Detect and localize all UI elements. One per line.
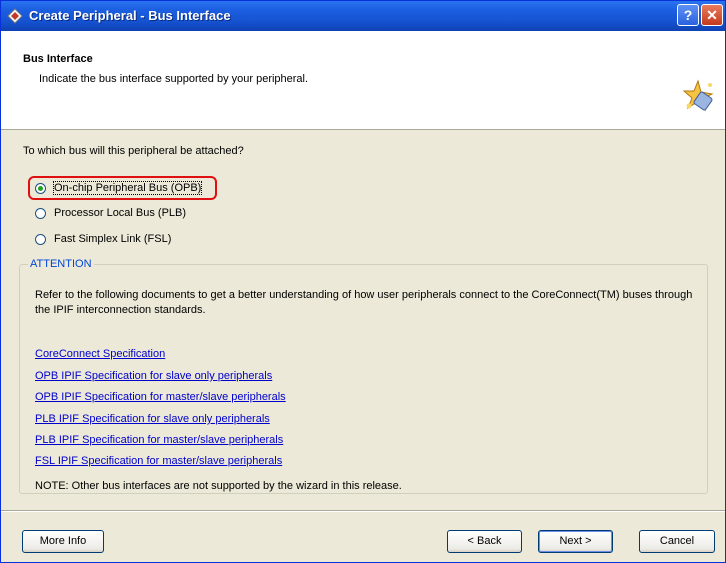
cancel-button[interactable]: Cancel [639, 530, 715, 553]
radio-button[interactable] [35, 207, 46, 219]
attention-text: Refer to the following documents to get … [35, 289, 693, 316]
next-button[interactable]: Next > [538, 530, 613, 553]
close-button[interactable]: ✕ [701, 4, 723, 26]
window-title: Create Peripheral - Bus Interface [29, 8, 231, 23]
page-title: Bus Interface [23, 53, 93, 65]
diamond-app-icon [7, 8, 23, 24]
radio-label-fsl[interactable]: Fast Simplex Link (FSL) [54, 233, 171, 245]
link-opb-ipif-master-slave[interactable]: OPB IPIF Specification for master/slave … [35, 391, 286, 403]
link-opb-ipif-slave[interactable]: OPB IPIF Specification for slave only pe… [35, 370, 272, 382]
link-coreconnect-spec[interactable]: CoreConnect Specification [35, 348, 165, 360]
title-bar[interactable]: Create Peripheral - Bus Interface ? ✕ [1, 1, 725, 31]
attention-legend: ATTENTION [30, 258, 92, 270]
radio-label-opb[interactable]: On-chip Peripheral Bus (OPB) [52, 181, 203, 195]
page-subtitle: Indicate the bus interface supported by … [39, 73, 309, 85]
help-button[interactable]: ? [677, 4, 699, 26]
radio-plb[interactable]: Processor Local Bus (PLB) [35, 204, 186, 222]
link-plb-ipif-slave[interactable]: PLB IPIF Specification for slave only pe… [35, 413, 270, 425]
wizard-header: Bus Interface Indicate the bus interface… [1, 31, 725, 130]
radio-label-plb[interactable]: Processor Local Bus (PLB) [54, 207, 186, 219]
dialog-window: Create Peripheral - Bus Interface ? ✕ Bu… [0, 0, 726, 563]
radio-button-selected[interactable] [35, 182, 46, 194]
link-plb-ipif-master-slave[interactable]: PLB IPIF Specification for master/slave … [35, 434, 283, 446]
link-fsl-ipif-master-slave[interactable]: FSL IPIF Specification for master/slave … [35, 455, 282, 467]
radio-button[interactable] [35, 233, 46, 245]
radio-fsl[interactable]: Fast Simplex Link (FSL) [35, 230, 171, 248]
attention-group: ATTENTION Refer to the following documen… [19, 258, 708, 494]
more-info-button[interactable]: More Info [22, 530, 104, 553]
back-button[interactable]: < Back [447, 530, 522, 553]
radio-opb[interactable]: On-chip Peripheral Bus (OPB) [35, 179, 203, 197]
footer-divider [1, 510, 725, 512]
wizard-sparkle-icon [682, 79, 714, 112]
bus-question: To which bus will this peripheral be att… [23, 145, 244, 157]
attention-note: NOTE: Other bus interfaces are not suppo… [35, 480, 402, 492]
